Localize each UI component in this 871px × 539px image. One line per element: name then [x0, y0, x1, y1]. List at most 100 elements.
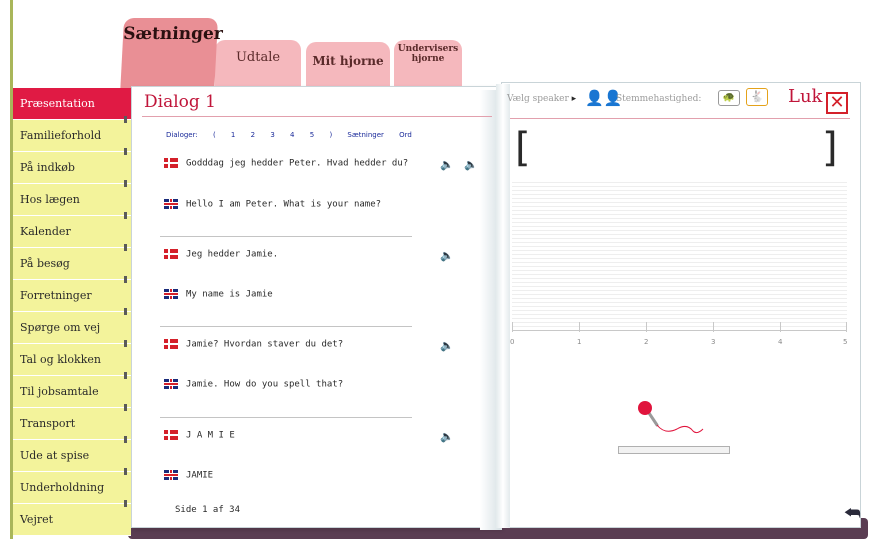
tab-saetninger[interactable]: Sætninger — [119, 18, 223, 96]
sidebar-item-label: Til jobsamtale — [20, 385, 99, 398]
dialog-nav-close-paren: ) — [329, 131, 333, 139]
line-text: Godddag jeg hedder Peter. Hvad hedder du… — [186, 158, 409, 169]
sidebar-item-label: Kalender — [20, 225, 71, 238]
line-divider — [160, 417, 412, 418]
dialog-nav-2[interactable]: 2 — [251, 131, 255, 139]
close-bracket: ] — [822, 125, 838, 171]
line-divider — [160, 236, 412, 237]
sidebar-tab-marker — [124, 340, 127, 347]
tab-mit-hjorne-label: Mit hjorne — [312, 54, 384, 68]
sidebar-tab-marker — [124, 372, 127, 379]
line-text: Hello I am Peter. What is your name? — [186, 199, 382, 210]
sidebar-item[interactable]: Transport — [13, 404, 131, 440]
tab-undervisers-label-1: Undervisers — [397, 44, 459, 54]
speaker-label: Vælg speaker — [507, 94, 569, 104]
sidebar-item[interactable]: Præsentation — [13, 88, 131, 120]
line-text: JAMIE — [186, 470, 214, 481]
tab-undervisers-label-2: hjorne — [411, 54, 445, 64]
line-english-3: Jamie. How do you spell that? — [164, 379, 343, 390]
sidebar-item[interactable]: Hos lægen — [13, 180, 131, 216]
rabbit-icon[interactable]: 🐇 — [746, 88, 768, 106]
sidebar: Præsentation Familieforhold På indkøb Hos l… — [13, 88, 131, 536]
close-icon[interactable]: ✕ — [826, 92, 848, 114]
dialog-title: Dialog 1 — [144, 92, 216, 112]
sidebar-tab-marker — [124, 244, 127, 251]
speaker-icon[interactable]: 🔈 — [440, 339, 454, 352]
danish-flag-icon — [164, 339, 178, 349]
speaker-slow-icon[interactable]: 🔈 — [464, 158, 478, 171]
axis-tick — [846, 322, 847, 332]
line-english-2: My name is Jamie — [164, 289, 273, 300]
sidebar-item-label: Tal og klokken — [20, 353, 101, 366]
uk-flag-icon — [164, 470, 178, 480]
sidebar-tab-marker — [124, 148, 127, 155]
line-text: Jamie. How do you spell that? — [186, 379, 344, 390]
sidebar-item-label: Ude at spise — [20, 449, 90, 462]
page-indicator: Side 1 af 34 — [175, 505, 241, 515]
sidebar-tab-marker — [124, 308, 127, 315]
waveform-axis — [512, 330, 847, 331]
sidebar-item[interactable]: Familieforhold — [13, 116, 131, 152]
turtle-icon[interactable]: 🐢 — [718, 90, 740, 106]
uk-flag-icon — [164, 379, 178, 389]
dialog-nav: Dialoger: ( 1 2 3 4 5 ) Sætninger Ord — [166, 131, 425, 139]
sidebar-item-label: Forretninger — [20, 289, 92, 302]
axis-label: 2 — [644, 338, 649, 346]
sidebar-item-label: Spørge om vej — [20, 321, 101, 334]
ord-link[interactable]: Ord — [399, 131, 412, 139]
speaker-icon[interactable]: 🔈 — [440, 249, 454, 262]
sidebar-item[interactable]: Forretninger — [13, 276, 131, 312]
sidebar-item-label: Vejret — [20, 513, 54, 526]
danish-flag-icon — [164, 158, 178, 168]
play-arrow-icon: ▸ — [571, 94, 577, 104]
line-danish-3: Jamie? Hvordan staver du det? — [164, 339, 343, 350]
sidebar-item-label: Familieforhold — [20, 129, 102, 142]
axis-tick — [646, 322, 647, 332]
sidebar-item-label: På besøg — [20, 257, 70, 270]
danish-flag-icon — [164, 249, 178, 259]
saetninger-link[interactable]: Sætninger — [347, 131, 384, 139]
danish-flag-icon — [164, 430, 178, 440]
axis-tick — [713, 322, 714, 332]
speaker-select[interactable]: Vælg speaker ▸ — [507, 94, 576, 104]
sidebar-item[interactable]: Vejret — [13, 500, 131, 536]
open-bracket: [ — [515, 125, 531, 171]
sidebar-tab-marker — [124, 404, 127, 411]
axis-tick — [512, 322, 513, 332]
sidebar-item-label: Hos lægen — [20, 193, 80, 206]
sidebar-item[interactable]: Ude at spise — [13, 436, 131, 472]
axis-tick — [579, 322, 580, 332]
line-text: My name is Jamie — [186, 289, 273, 300]
sidebar-item[interactable]: På indkøb — [13, 148, 131, 184]
sidebar-item[interactable]: Underholdning — [13, 468, 131, 504]
sidebar-tab-marker — [124, 212, 127, 219]
dialog-nav-open-paren: ( — [212, 131, 216, 139]
dialog-nav-1[interactable]: 1 — [231, 131, 235, 139]
axis-label: 0 — [510, 338, 515, 346]
close-label[interactable]: Luk — [788, 86, 822, 107]
microphone-icon[interactable] — [635, 399, 705, 439]
dialog-nav-5[interactable]: 5 — [310, 131, 314, 139]
dialog-nav-label: Dialoger: — [166, 131, 198, 139]
dialog-nav-4[interactable]: 4 — [290, 131, 294, 139]
axis-label: 3 — [711, 338, 716, 346]
right-divider — [510, 118, 850, 119]
speaker-icon[interactable]: 🔈 — [440, 158, 454, 171]
title-divider — [142, 116, 492, 117]
sidebar-item[interactable]: Tal og klokken — [13, 340, 131, 376]
sidebar-item[interactable]: Til jobsamtale — [13, 372, 131, 408]
axis-label: 5 — [843, 338, 848, 346]
sidebar-item[interactable]: Kalender — [13, 212, 131, 248]
dialog-nav-3[interactable]: 3 — [270, 131, 274, 139]
sidebar-tab-marker — [124, 116, 127, 123]
sidebar-item[interactable]: Spørge om vej — [13, 308, 131, 344]
line-danish-4: J A M I E — [164, 430, 235, 441]
speaker-icon[interactable]: 🔈 — [440, 430, 454, 443]
axis-label: 4 — [778, 338, 783, 346]
speed-label: Stemmehastighed: — [616, 94, 702, 104]
back-arrow-icon[interactable]: ⮪ — [844, 503, 864, 524]
sidebar-item[interactable]: På besøg — [13, 244, 131, 280]
sidebar-tab-marker — [124, 180, 127, 187]
line-danish-2: Jeg hedder Jamie. — [164, 249, 278, 260]
left-page — [131, 86, 501, 528]
